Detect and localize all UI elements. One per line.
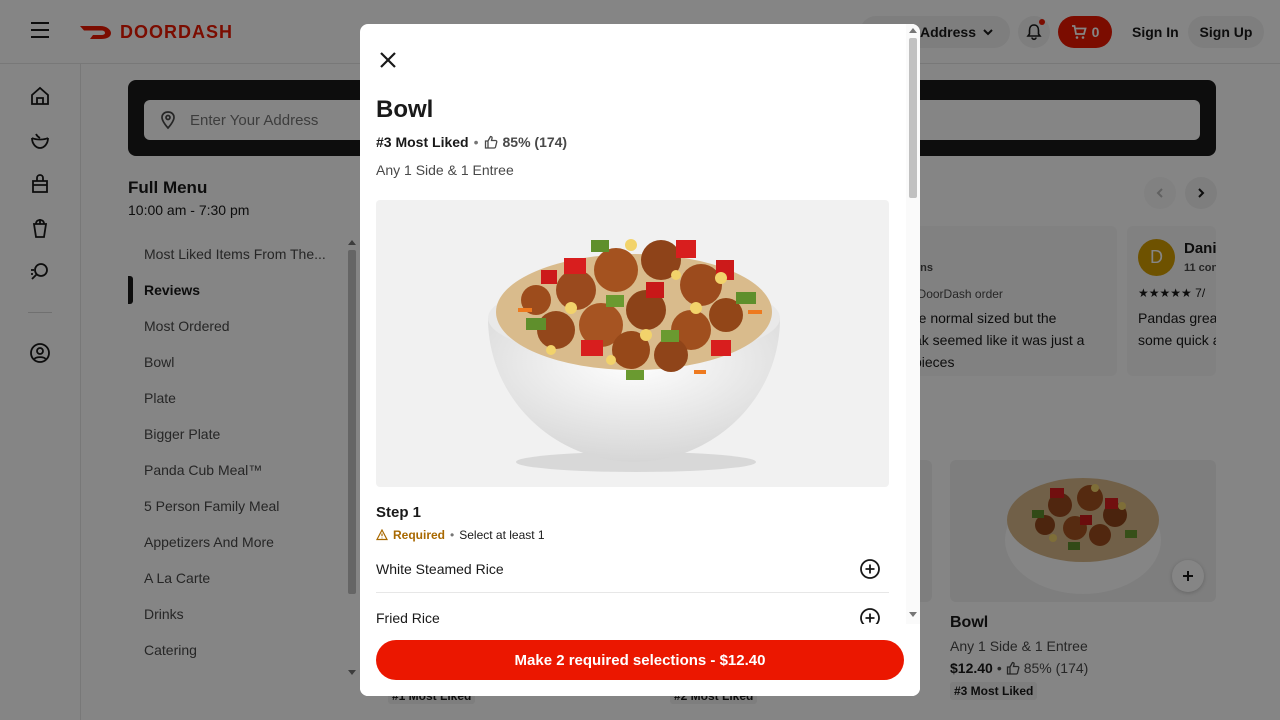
item-rank-rating-row: #3 Most Liked • 85% (174) [376,134,567,150]
scroll-up-arrow-icon[interactable] [909,28,917,33]
add-option-circle-icon[interactable] [859,607,881,624]
option-label: Fried Rice [376,610,440,624]
select-hint: Select at least 1 [459,528,545,542]
separator-dot: • [450,528,455,542]
thumbs-up-icon [484,135,497,149]
option-label: White Steamed Rice [376,560,504,577]
bowl-food-image [488,239,780,472]
modal-content: Bowl #3 Most Liked • 85% (174) Any 1 Sid… [360,24,906,624]
modal-scrollbar[interactable] [906,24,920,624]
make-required-selections-button[interactable]: Make 2 required selections - $12.40 [376,640,904,680]
item-title: Bowl [376,96,434,123]
modal-scroll-thumb[interactable] [909,38,917,198]
step-title: Step 1 [376,504,422,521]
item-rating: 85% (174) [502,134,568,150]
scroll-down-arrow-icon[interactable] [909,612,917,617]
item-detail-modal: Bowl #3 Most Liked • 85% (174) Any 1 Sid… [360,24,920,696]
separator-dot: • [473,134,479,150]
item-image [376,200,889,487]
close-icon [380,52,396,68]
option-white-steamed-rice[interactable]: White Steamed Rice [376,545,889,593]
required-label: Required [393,528,446,542]
modal-footer: Make 2 required selections - $12.40 [360,624,920,696]
warning-triangle-icon [376,529,388,541]
item-description: Any 1 Side & 1 Entree [376,162,514,178]
add-option-circle-icon[interactable] [859,558,881,580]
option-fried-rice[interactable]: Fried Rice [376,594,889,624]
close-modal-button[interactable] [372,44,404,76]
most-liked-rank: #3 Most Liked [376,134,469,150]
step-requirement: Required • Select at least 1 [376,528,545,542]
